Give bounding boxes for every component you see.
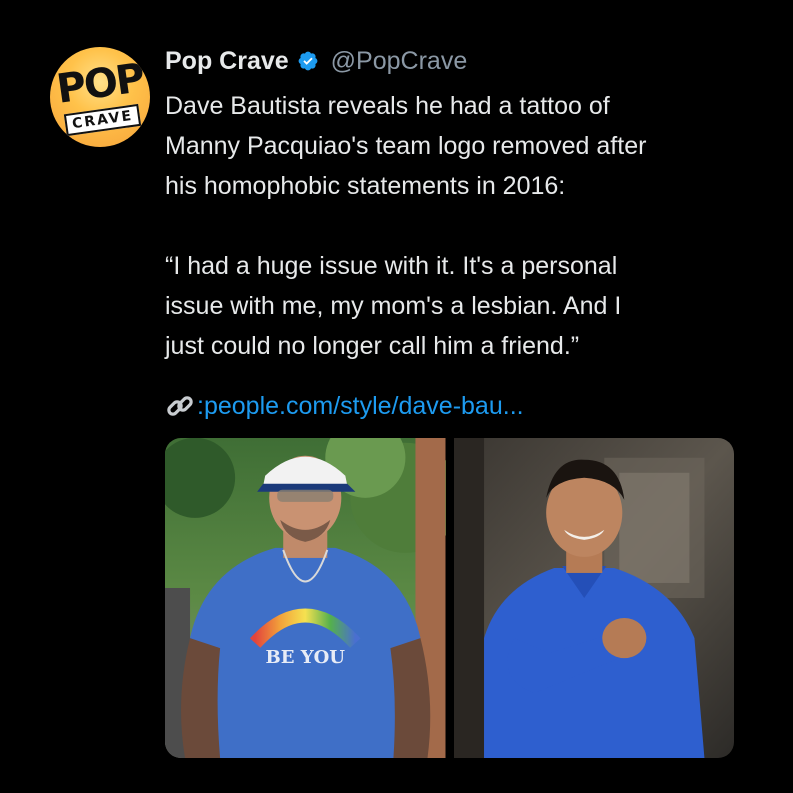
photo-man-blue-tshirt-icon: BE YOU bbox=[165, 438, 446, 758]
photo-left[interactable]: BE YOU bbox=[165, 438, 446, 758]
tweet-text-line: Dave Bautista reveals he had a tattoo of bbox=[165, 92, 610, 120]
quote-line: “I had a huge issue with it. It's a pers… bbox=[165, 252, 618, 280]
tweet-text: Dave Bautista reveals he had a tattoo of… bbox=[165, 86, 765, 366]
handle[interactable]: @PopCrave bbox=[331, 47, 468, 76]
tweet[interactable]: POP CRAVE Pop Crave @PopCrave Dave Bauti… bbox=[0, 0, 793, 793]
quote-line: just could no longer call him a friend.” bbox=[165, 332, 580, 360]
avatar[interactable]: POP CRAVE bbox=[50, 47, 150, 147]
shirt-text: BE YOU bbox=[266, 647, 346, 668]
media-grid: BE YOU bbox=[165, 438, 734, 758]
link-url[interactable]: people.com/style/dave-bau... bbox=[204, 392, 524, 421]
photo-man-blue-shirt-icon bbox=[453, 438, 734, 758]
link-line[interactable]: : people.com/style/dave-bau... bbox=[165, 386, 524, 426]
tweet-text-line: his homophobic statements in 2016: bbox=[165, 172, 566, 200]
photo-right[interactable] bbox=[453, 438, 734, 758]
link-prefix: : bbox=[197, 391, 204, 420]
display-name[interactable]: Pop Crave bbox=[165, 47, 289, 76]
quote-line: issue with me, my mom's a lesbian. And I bbox=[165, 292, 622, 320]
verified-badge-icon bbox=[297, 50, 319, 72]
tweet-text-line: Manny Pacquiao's team logo removed after bbox=[165, 132, 647, 160]
tweet-header: Pop Crave @PopCrave bbox=[165, 44, 467, 78]
link-icon bbox=[165, 391, 195, 421]
